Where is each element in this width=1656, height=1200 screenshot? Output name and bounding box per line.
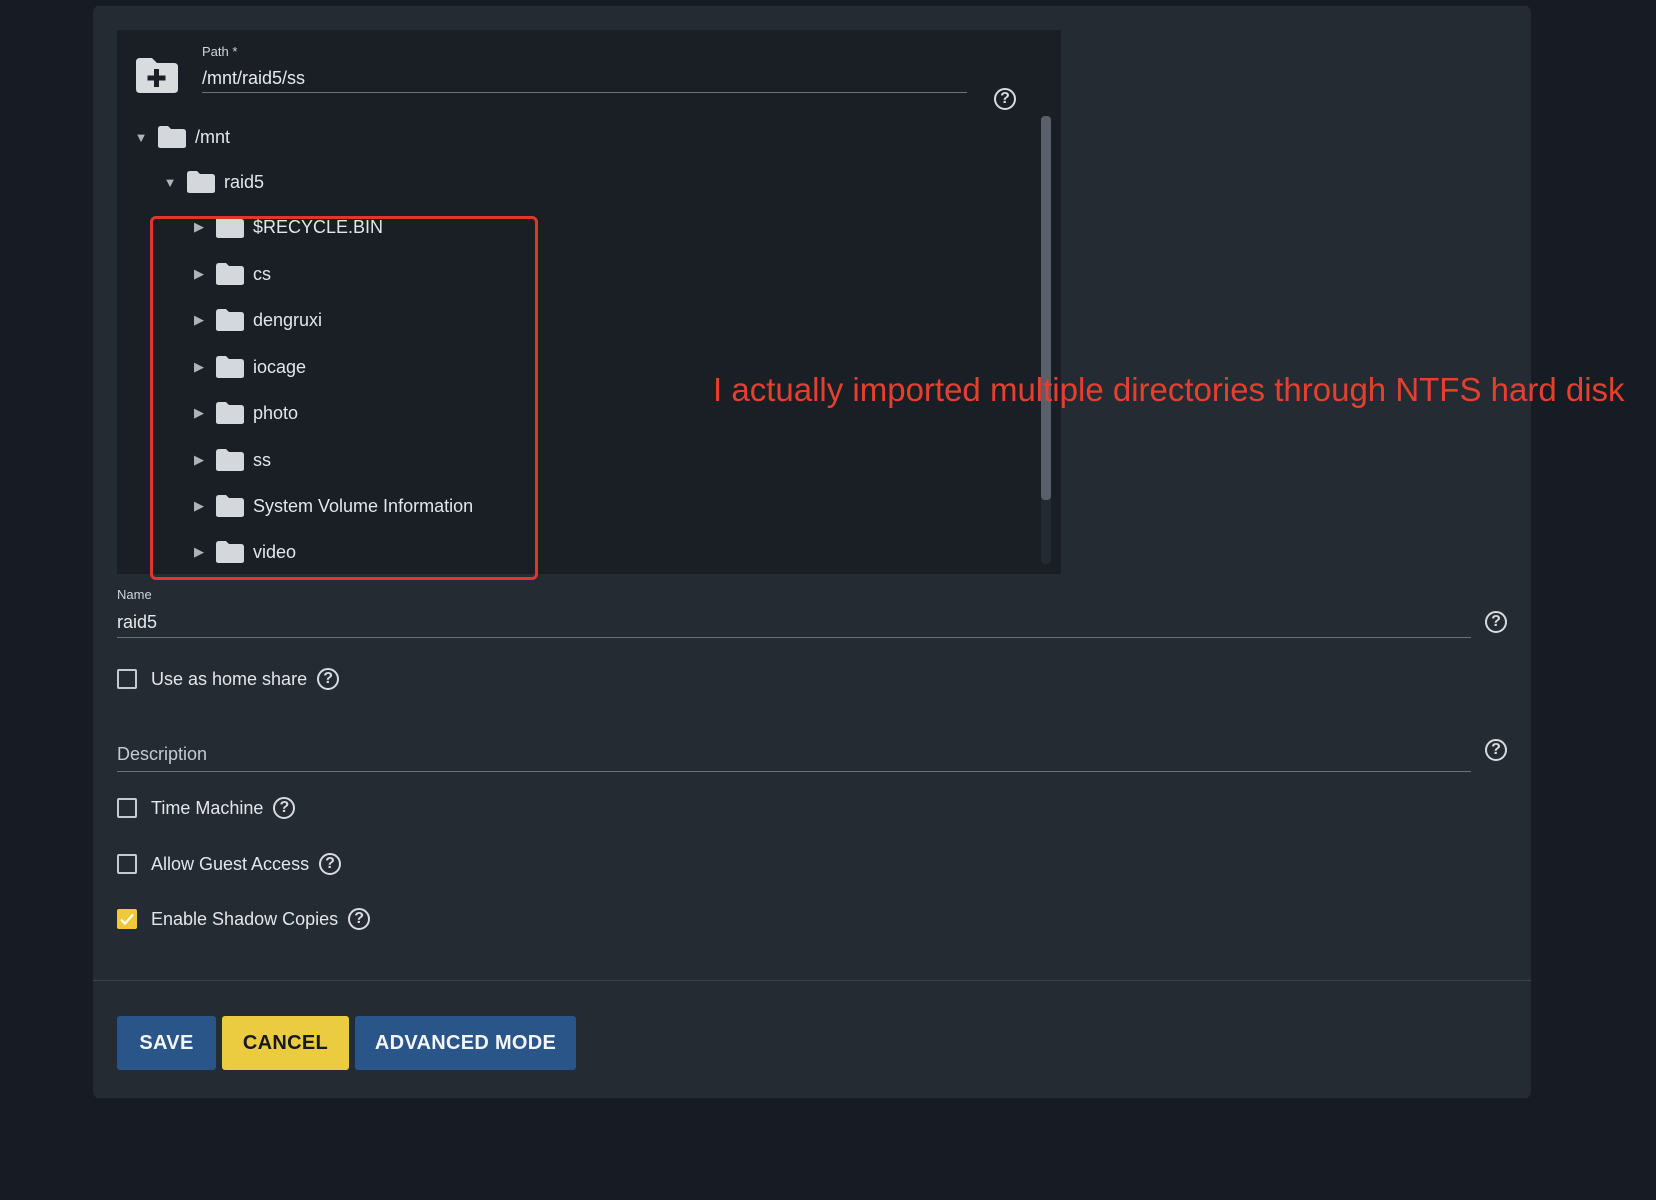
tree-label: System Volume Information <box>253 495 474 516</box>
name-help-icon[interactable]: ? <box>1485 611 1507 633</box>
time-machine-row: Time Machine ? <box>117 797 296 819</box>
folder-icon <box>216 495 244 517</box>
description-help-icon[interactable]: ? <box>1485 739 1507 761</box>
folder-icon <box>187 171 215 193</box>
tree-node-raid5[interactable]: ▼ raid5 <box>162 167 264 197</box>
caret-down-icon[interactable]: ▼ <box>133 130 149 145</box>
name-input[interactable] <box>117 607 1471 638</box>
tree-node-iocage[interactable]: ▶ iocage <box>191 352 306 382</box>
tree-node-recycle-bin[interactable]: ▶ $RECYCLE.BIN <box>191 212 383 242</box>
home-share-label: Use as home share <box>151 668 308 689</box>
tree-label: raid5 <box>224 171 265 192</box>
guest-access-help-icon[interactable]: ? <box>319 853 342 875</box>
name-label: Name <box>117 587 152 602</box>
tree-label: $RECYCLE.BIN <box>253 216 384 237</box>
shadow-copies-row: Enable Shadow Copies ? <box>117 908 371 930</box>
caret-right-icon[interactable]: ▶ <box>191 266 207 282</box>
caret-right-icon[interactable]: ▶ <box>191 405 207 421</box>
add-folder-icon[interactable] <box>134 56 180 94</box>
tree-node-video[interactable]: ▶ video <box>191 538 296 566</box>
tree-scrollbar-thumb[interactable] <box>1041 116 1051 500</box>
caret-right-icon[interactable]: ▶ <box>191 219 207 235</box>
caret-right-icon[interactable]: ▶ <box>191 312 207 328</box>
guest-access-row: Allow Guest Access ? <box>117 853 342 875</box>
shadow-copies-label: Enable Shadow Copies <box>151 908 339 929</box>
tree-label: iocage <box>253 356 307 377</box>
shadow-copies-checkbox[interactable] <box>117 909 137 929</box>
guest-access-checkbox[interactable] <box>117 854 137 874</box>
tree-label: ss <box>253 449 271 470</box>
tree-label: /mnt <box>195 126 231 147</box>
tree-node-mnt[interactable]: ▼ /mnt <box>133 122 230 152</box>
caret-right-icon[interactable]: ▶ <box>191 544 207 560</box>
time-machine-label: Time Machine <box>151 797 264 818</box>
caret-right-icon[interactable]: ▶ <box>191 359 207 375</box>
path-input[interactable] <box>202 64 967 93</box>
tree-label: cs <box>253 263 271 284</box>
tree-node-ss[interactable]: ▶ ss <box>191 445 271 475</box>
home-share-help-icon[interactable]: ? <box>317 668 340 690</box>
home-share-row: Use as home share ? <box>117 668 340 690</box>
footer-divider <box>93 980 1531 981</box>
tree-node-dengruxi[interactable]: ▶ dengruxi <box>191 305 322 335</box>
tree-node-photo[interactable]: ▶ photo <box>191 398 298 428</box>
folder-icon <box>216 356 244 378</box>
path-help-icon[interactable]: ? <box>994 88 1016 110</box>
annotation-text: I actually imported multiple directories… <box>713 371 1625 408</box>
tree-label: photo <box>253 402 299 423</box>
share-form-card: Path * ? ▼ /mnt ▼ raid5 ▶ $RECYCLE.BIN ▶… <box>93 6 1625 1098</box>
time-machine-checkbox[interactable] <box>117 798 137 818</box>
folder-icon <box>158 126 186 148</box>
description-input[interactable] <box>117 737 1471 772</box>
folder-icon <box>216 402 244 424</box>
tree-label: video <box>253 541 297 562</box>
caret-down-icon[interactable]: ▼ <box>162 175 178 190</box>
path-label: Path * <box>202 44 238 59</box>
tree-label: dengruxi <box>253 309 323 330</box>
home-share-checkbox[interactable] <box>117 669 137 689</box>
tree-node-cs[interactable]: ▶ cs <box>191 259 271 289</box>
folder-icon <box>216 263 244 285</box>
time-machine-help-icon[interactable]: ? <box>273 797 296 819</box>
check-icon <box>120 913 134 926</box>
tree-node-system-volume-information[interactable]: ▶ System Volume Information <box>191 491 473 521</box>
path-explorer: Path * ? ▼ /mnt ▼ raid5 ▶ $RECYCLE.BIN ▶… <box>117 30 1061 580</box>
caret-right-icon[interactable]: ▶ <box>191 452 207 468</box>
guest-access-label: Allow Guest Access <box>151 853 310 874</box>
cancel-button[interactable]: CANCEL <box>222 1016 349 1070</box>
folder-icon <box>216 216 244 238</box>
shadow-copies-help-icon[interactable]: ? <box>348 908 371 930</box>
folder-icon <box>216 309 244 331</box>
folder-icon <box>216 449 244 471</box>
advanced-mode-button[interactable]: ADVANCED MODE <box>355 1016 576 1070</box>
caret-right-icon[interactable]: ▶ <box>191 498 207 514</box>
save-button[interactable]: SAVE <box>117 1016 216 1070</box>
folder-icon <box>216 541 244 563</box>
